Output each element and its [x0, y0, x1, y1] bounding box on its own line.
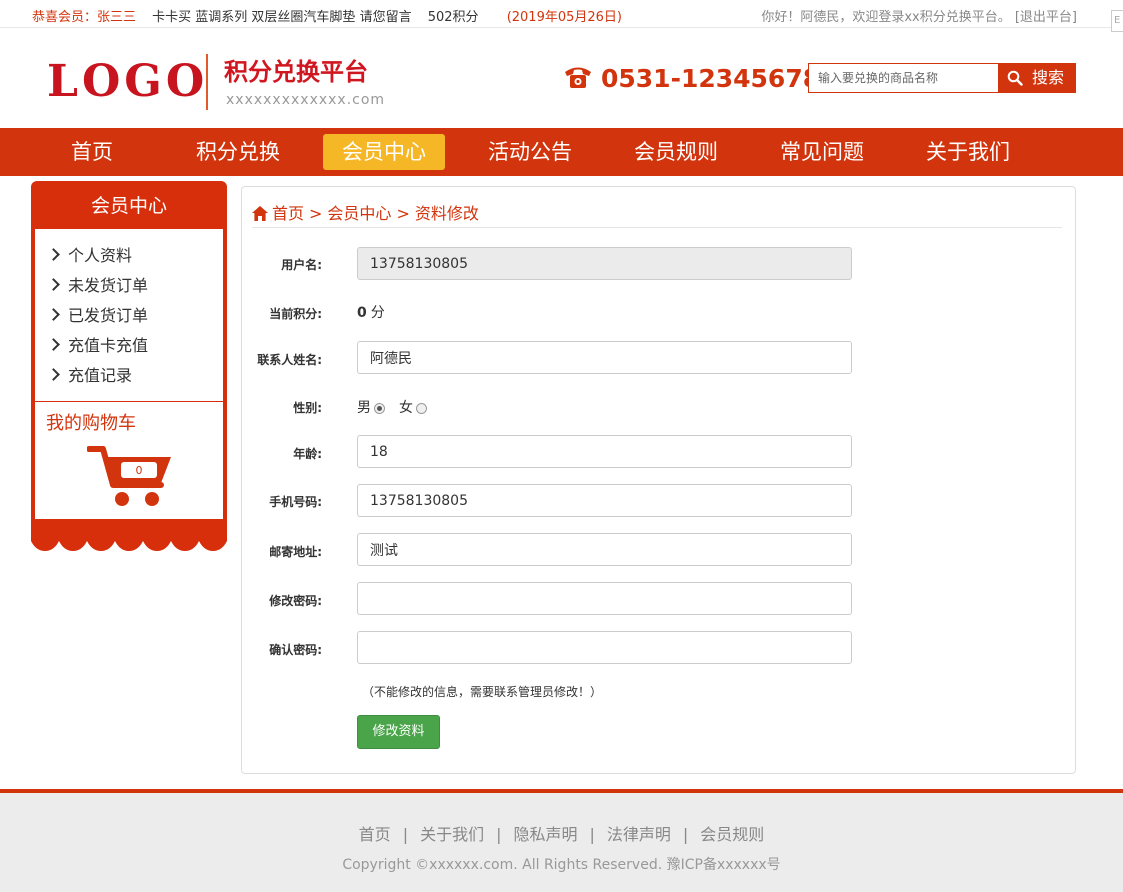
site-subtitle: xxxxxxxxxxxxx.com — [226, 92, 386, 108]
search-button-label: 搜索 — [1032, 68, 1065, 87]
new-password-field[interactable] — [357, 582, 852, 615]
copyright: Copyright ©xxxxxx.com. All Rights Reserv… — [342, 857, 781, 873]
breadcrumb-home[interactable]: 首页 — [272, 204, 304, 223]
sidebar-item-profile[interactable]: 个人资料 — [35, 241, 223, 271]
sidebar-item-label: 未发货订单 — [68, 276, 149, 295]
breadcrumb-separator: > — [396, 204, 410, 223]
sidebar-item-unshipped-orders[interactable]: 未发货订单 — [35, 271, 223, 301]
sidebar-item-recharge-history[interactable]: 充值记录 — [35, 361, 223, 391]
gender-options: 男女 — [357, 397, 427, 417]
welcome-text: 你好！阿德民，欢迎登录xx积分兑换平台。 — [761, 10, 1011, 25]
gender-male-label: 男 — [357, 400, 371, 416]
breadcrumb-current: 资料修改 — [414, 204, 479, 223]
new-password-label: 修改密码: — [269, 594, 322, 608]
nav-item-member-center[interactable]: 会员中心 — [323, 134, 445, 170]
chevron-right-icon — [47, 248, 60, 261]
username-label: 用户名: — [281, 258, 322, 272]
footer-link-privacy[interactable]: 隐私声明 — [513, 825, 577, 844]
footer-links: 首页 | 关于我们 | 隐私声明 | 法律声明 | 会员规则 — [358, 825, 765, 844]
cart-count: 0 — [136, 464, 143, 477]
username-field — [357, 247, 852, 280]
sidebar-menu: 个人资料 未发货订单 已发货订单 充值卡充值 充值记录 — [35, 241, 223, 391]
shopping-cart-icon[interactable]: 0 — [87, 443, 173, 509]
contact-name-label: 联系人姓名: — [257, 353, 322, 367]
points-display: 0分 — [357, 302, 385, 322]
points-label: 当前积分: — [269, 307, 322, 321]
address-field[interactable] — [357, 533, 852, 566]
footer-link-about-us[interactable]: 关于我们 — [420, 825, 484, 844]
sidebar-title: 会员中心 — [90, 195, 167, 217]
sidebar-panel: 个人资料 未发货订单 已发货订单 充值卡充值 充值记录 我的购物车 0 — [35, 229, 223, 519]
hotline-number: 0531-12345678 — [601, 64, 821, 93]
nav-item-faq[interactable]: 常见问题 — [770, 134, 874, 170]
sidebar-item-label: 充值记录 — [68, 366, 133, 385]
sidebar-item-card-recharge[interactable]: 充值卡充值 — [35, 331, 223, 361]
points-value: 0 — [357, 305, 367, 321]
search-icon — [1007, 70, 1023, 86]
congrats-name: 张三三 — [97, 10, 137, 25]
sidebar-scallop-edge — [31, 537, 227, 551]
confirm-password-field[interactable] — [357, 631, 852, 664]
chevron-right-icon — [47, 338, 60, 351]
cart-title[interactable]: 我的购物车 — [46, 409, 136, 435]
site-title: 积分兑换平台 — [224, 58, 368, 86]
corner-tab[interactable]: E — [1111, 10, 1123, 32]
confirm-password-label: 确认密码: — [269, 643, 322, 657]
nav-item-announcements[interactable]: 活动公告 — [478, 134, 582, 170]
nav-item-points-exchange[interactable]: 积分兑换 — [186, 134, 290, 170]
welcome-area: 你好！阿德民，欢迎登录xx积分兑换平台。 [退出平台] — [761, 6, 1077, 25]
nav-item-home[interactable]: 首页 — [45, 134, 139, 170]
search-input[interactable] — [809, 64, 999, 92]
age-field[interactable] — [357, 435, 852, 468]
footer: 首页 | 关于我们 | 隐私声明 | 法律声明 | 会员规则 Copyright ©xxxxxx… — [0, 789, 1123, 892]
gender-male-radio[interactable] — [374, 403, 385, 414]
nav-item-about-us[interactable]: 关于我们 — [916, 134, 1020, 170]
site-logo[interactable]: LOGO — [47, 58, 208, 106]
breadcrumb-member-center[interactable]: 会员中心 — [327, 204, 391, 223]
sidebar-divider — [35, 401, 223, 402]
marquee-text[interactable]: 卡卡买 蓝调系列 双层丝圈汽车脚垫 请您留言 — [152, 10, 411, 25]
footer-link-member-rules[interactable]: 会员规则 — [700, 825, 764, 844]
profile-edit-panel: 首页>会员中心>资料修改 用户名: 当前积分: 0分 联系人姓名: 性别: 男女… — [241, 186, 1076, 774]
age-label: 年龄: — [293, 447, 322, 461]
logout-link[interactable]: [退出平台] — [1015, 10, 1077, 25]
sidebar-item-label: 个人资料 — [68, 246, 133, 265]
sidebar-item-shipped-orders[interactable]: 已发货订单 — [35, 301, 223, 331]
readonly-note: （不能修改的信息，需要联系管理员修改！） — [362, 685, 603, 699]
top-bar: 恭喜会员：张三三 卡卡买 蓝调系列 双层丝圈汽车脚垫 请您留言 502积分 (2… — [0, 0, 1123, 32]
contact-name-field[interactable] — [357, 341, 852, 374]
points-unit: 分 — [370, 305, 385, 321]
mobile-label: 手机号码: — [269, 495, 322, 509]
mobile-field[interactable] — [357, 484, 852, 517]
logo-divider — [206, 54, 208, 110]
member-sidebar: 会员中心 个人资料 未发货订单 已发货订单 充值卡充值 充值记录 我的购物车 0 — [31, 181, 227, 538]
footer-link-home[interactable]: 首页 — [359, 825, 391, 844]
chevron-right-icon — [47, 368, 60, 381]
breadcrumb: 首页 > 会员中心 > 资料修改 — [252, 200, 1062, 228]
footer-link-legal[interactable]: 法律声明 — [607, 825, 671, 844]
search-box: 搜索 — [808, 63, 1076, 93]
submit-profile-button[interactable]: 修改资料 — [357, 715, 440, 749]
chevron-right-icon — [47, 308, 60, 321]
address-label: 邮寄地址: — [269, 545, 322, 559]
search-button[interactable]: 搜索 — [998, 63, 1075, 93]
gender-female-label: 女 — [399, 400, 413, 416]
main-nav: 首页 积分兑换 会员中心 活动公告 会员规则 常见问题 关于我们 — [0, 128, 1123, 176]
chevron-right-icon — [47, 278, 60, 291]
marquee-date: (2019年05月26日) — [506, 10, 622, 25]
sidebar-item-label: 已发货订单 — [68, 306, 149, 325]
nav-item-member-rules[interactable]: 会员规则 — [624, 134, 728, 170]
phone-icon — [565, 67, 591, 88]
home-icon — [252, 206, 268, 221]
gender-label: 性别: — [293, 401, 322, 415]
marquee-points: 502积分 — [427, 10, 479, 25]
congrats-label: 恭喜会员： — [32, 10, 98, 25]
top-marquee: 恭喜会员：张三三 卡卡买 蓝调系列 双层丝圈汽车脚垫 请您留言 502积分 (2… — [32, 6, 622, 25]
sidebar-item-label: 充值卡充值 — [68, 336, 149, 355]
gender-female-radio[interactable] — [416, 403, 427, 414]
breadcrumb-separator: > — [309, 204, 323, 223]
